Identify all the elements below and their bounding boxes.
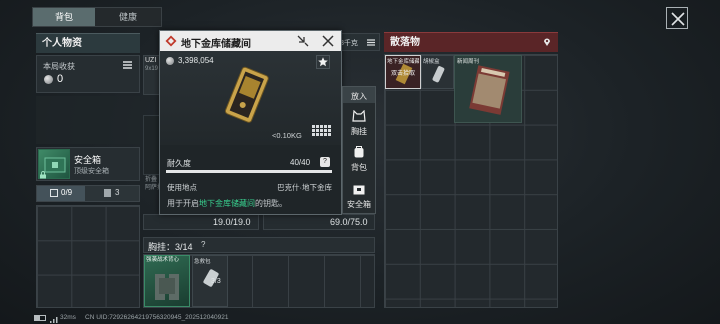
personal-header: 个人物资 (36, 33, 140, 53)
price-coin-icon (166, 57, 174, 65)
popup-title: 地下金库储藏间 (181, 39, 251, 50)
desc-suffix: 的钥匙。 (255, 199, 287, 208)
close-button[interactable] (666, 7, 688, 29)
popup-close-button[interactable] (321, 34, 335, 48)
counter-a-text: 0/9 (61, 188, 73, 197)
location-label: 使用地点 (167, 183, 197, 192)
backpack-icon (354, 146, 364, 158)
list-button[interactable] (121, 59, 134, 71)
vest-small-icon (104, 189, 111, 197)
counter-b-text: 3 (115, 188, 120, 197)
earnings-label: 本局收获 (43, 62, 75, 71)
location-value: 巴克什·地下金库 (277, 183, 332, 192)
durability-bar (166, 170, 332, 173)
popup-badge-icon (165, 35, 177, 47)
item-weight: <0.10KG (272, 131, 302, 140)
collapse-icon (297, 35, 309, 47)
chest-item-2-label: 急救包 (194, 259, 211, 265)
close-icon (322, 35, 334, 47)
key-card-image (222, 62, 272, 132)
earnings-value: 0 (57, 73, 64, 85)
stat-value-1: 19.0/19.0 (213, 217, 251, 227)
chest-title: 胸挂：3/14 (148, 242, 193, 252)
key-card-icon (224, 66, 269, 123)
safe-box-grid[interactable] (36, 205, 140, 308)
star-icon (318, 57, 328, 67)
list-icon (123, 61, 132, 69)
chest-item-2-count: 3/3 (211, 278, 221, 285)
loot-item-2-label: 胡椒盒 (423, 59, 440, 65)
favorite-button[interactable] (316, 55, 330, 69)
chest-rig-label: 胸挂 (351, 127, 367, 136)
vest-icon (352, 109, 366, 122)
emblem-bg (36, 96, 140, 144)
location-pin-icon[interactable] (542, 37, 552, 47)
magazine-icon (469, 65, 510, 115)
loot-item-1-sub: 双击拾取 (390, 71, 415, 77)
weapon-label: UZI (145, 57, 157, 64)
durability-help-icon[interactable]: ? (320, 157, 330, 167)
grid-size-icon (312, 125, 332, 139)
signal-icon (50, 315, 58, 323)
bag-small-icon (50, 189, 58, 197)
coin-icon (44, 75, 53, 84)
put-in-label: 放入 (351, 92, 367, 101)
loot-item-3[interactable] (454, 55, 522, 123)
backpack-label: 背包 (351, 163, 367, 172)
safe-box-icon (353, 185, 365, 195)
weight-list-icon[interactable] (366, 38, 376, 47)
lock-icon (39, 171, 47, 179)
weight-label: 8千克 (340, 40, 358, 47)
personal-title: 个人物资 (42, 38, 82, 49)
loot-header: 散落物 (384, 32, 558, 52)
tab-backpack[interactable]: 背包 (33, 8, 95, 26)
durability-value: 40/40 (290, 158, 311, 167)
durability-label: 耐久度 (167, 159, 191, 168)
weapon-sub: 9x19 (145, 66, 159, 72)
uid-text: CN UID:729262642197563209​45_20251204092… (85, 314, 229, 321)
item-price: 3,398,054 (178, 56, 214, 65)
stat-value-2: 69.0/75.0 (330, 217, 368, 227)
collapse-button[interactable] (296, 34, 310, 48)
loot-title: 散落物 (390, 37, 420, 48)
item-description: 用于开启地下金库储藏间的钥匙。 (167, 198, 287, 209)
loot-item-3-label: 新闻周刊 (457, 59, 480, 65)
ping-value: 32ms (60, 314, 76, 321)
desc-highlight: 地下金库储藏间 (199, 199, 255, 208)
chest-item-1-label: 强袭战术背心 (146, 257, 180, 263)
durability-bar-fill (166, 170, 332, 173)
safe-box-label: 安全箱 (347, 200, 371, 209)
battery-icon (34, 315, 46, 321)
help-icon[interactable]: ? (201, 240, 205, 249)
safe-box-name: 安全箱 (74, 155, 102, 165)
loot-item-1-label: 地下金库储藏间 (387, 59, 419, 65)
close-icon (671, 12, 685, 26)
tab-health[interactable]: 健康 (97, 8, 159, 26)
desc-prefix: 用于开启 (167, 199, 199, 208)
safe-box-desc: 顶级安全箱 (74, 168, 109, 175)
